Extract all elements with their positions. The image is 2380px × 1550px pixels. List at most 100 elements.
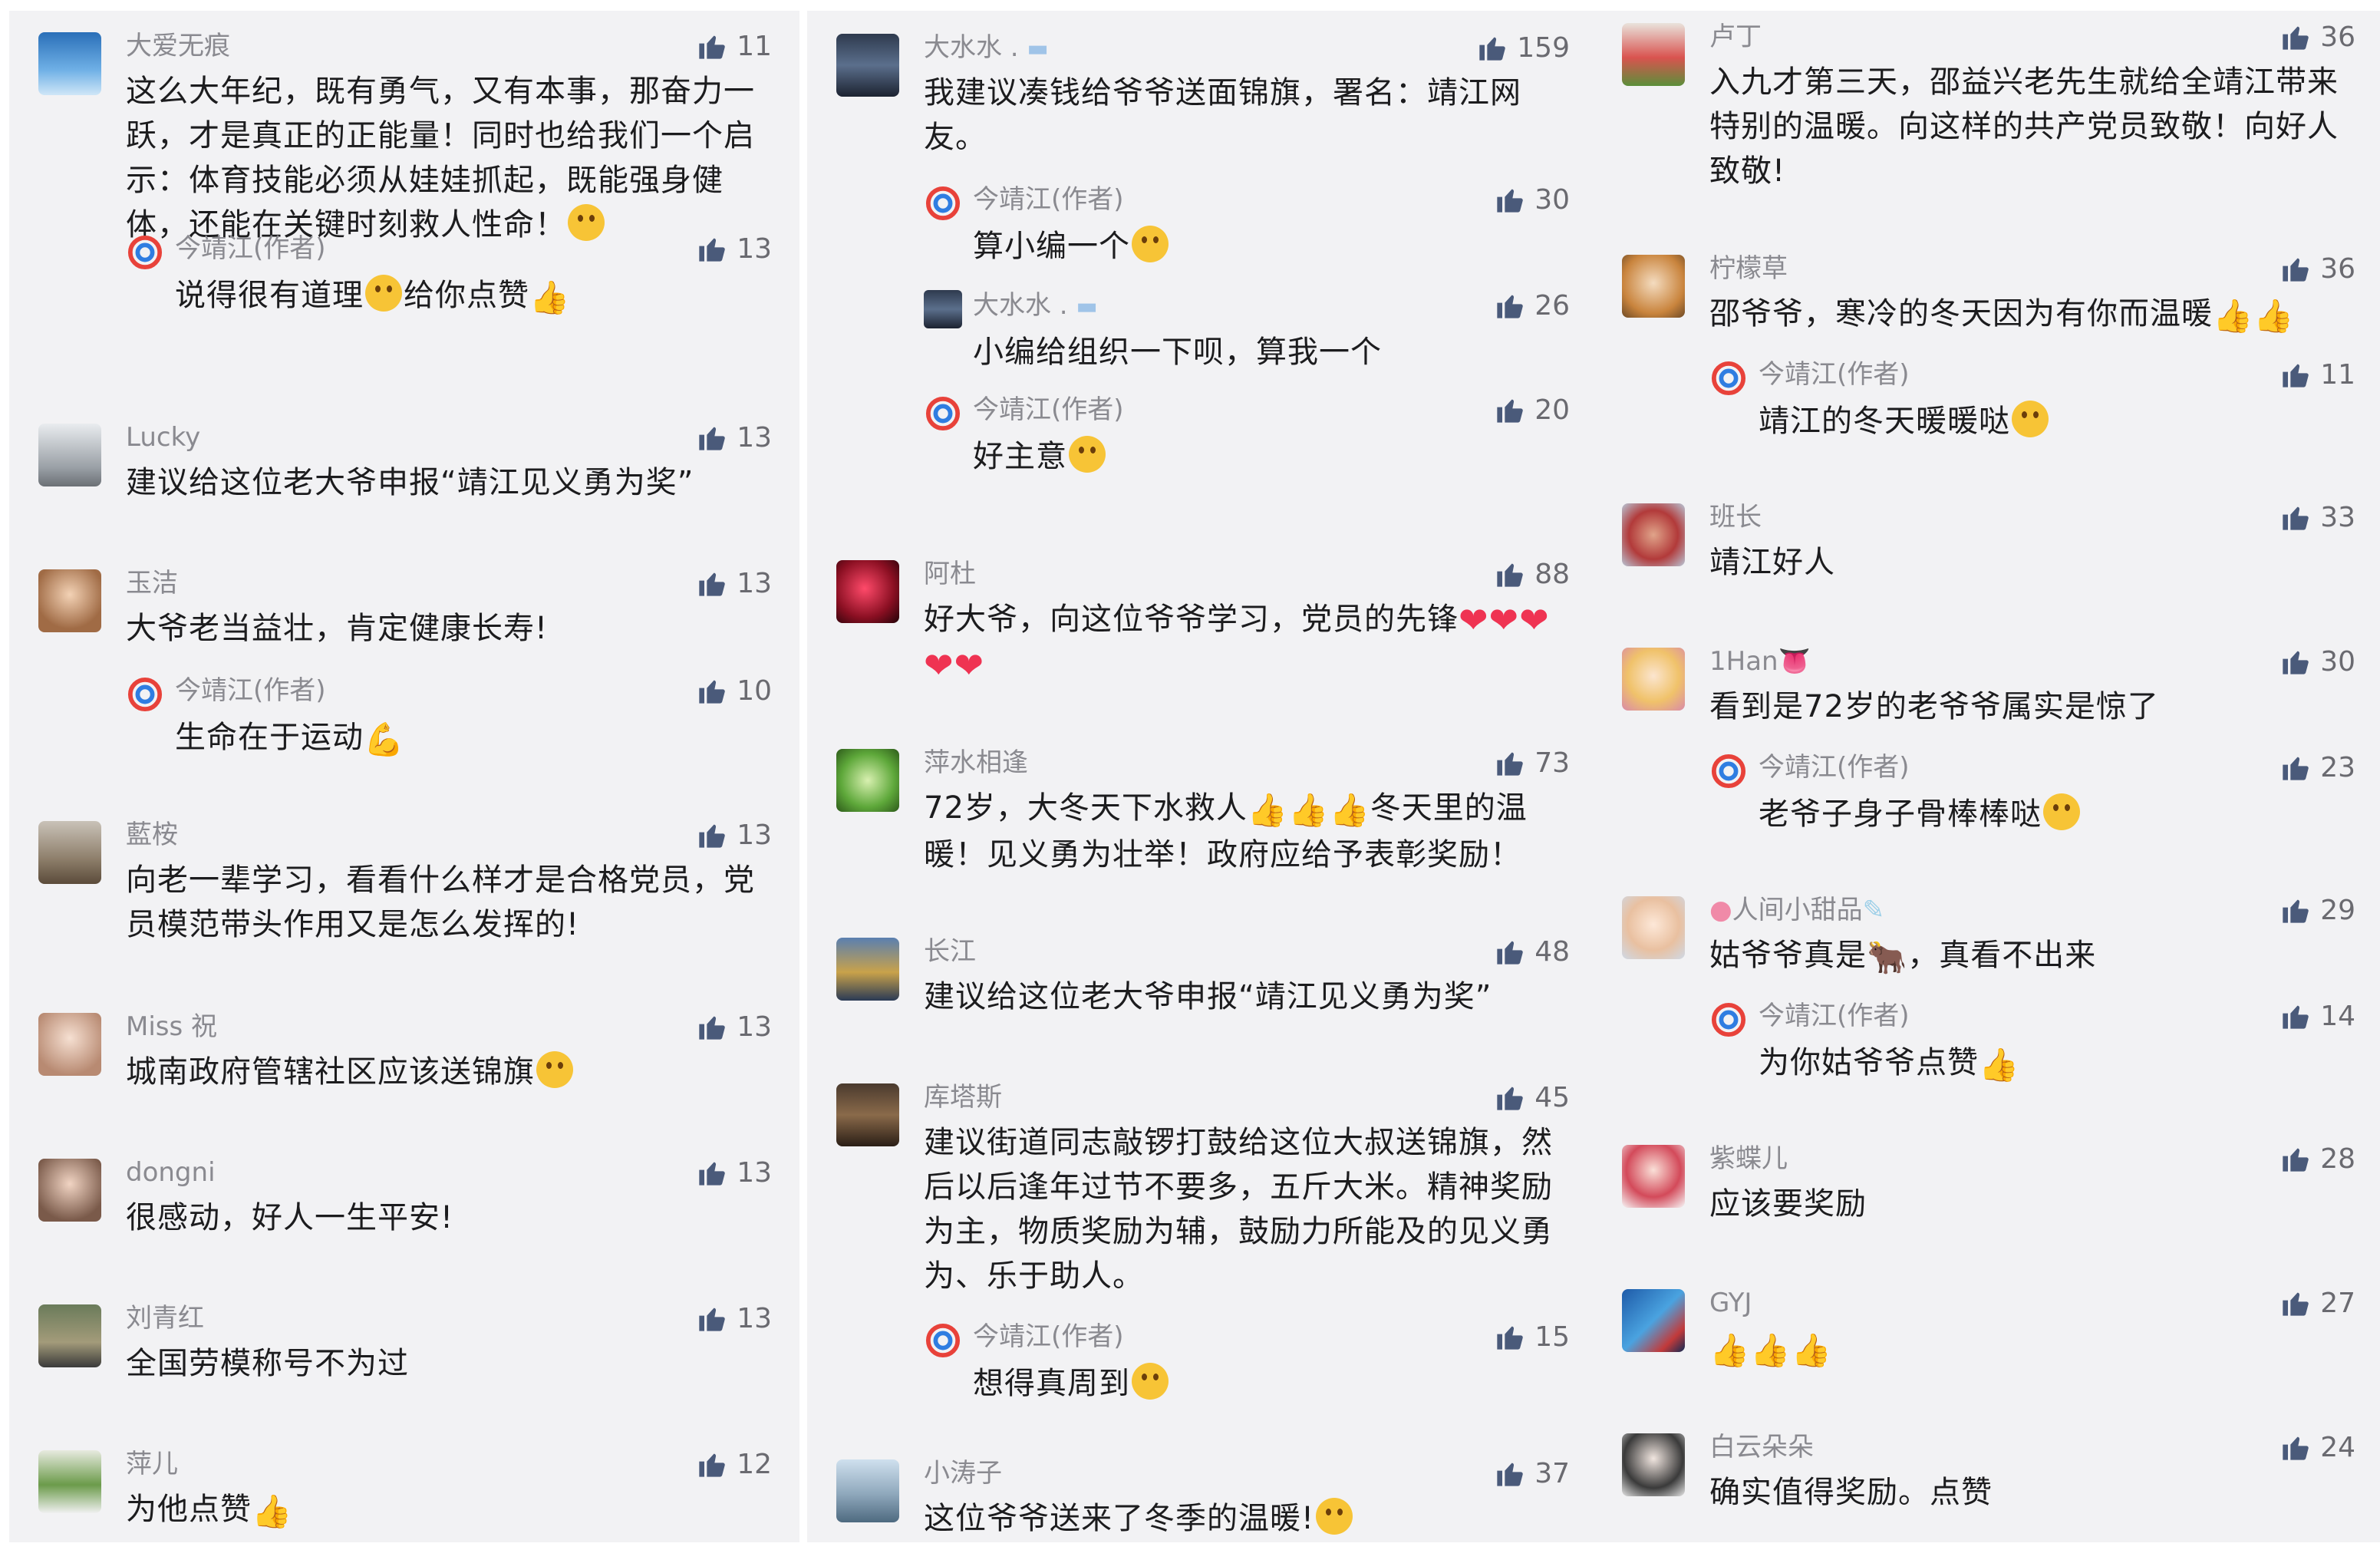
comment-author[interactable]: dongni (126, 1156, 216, 1189)
user-avatar[interactable] (1622, 1145, 1685, 1208)
like-button[interactable]: 15 (1495, 1320, 1570, 1354)
reply-author[interactable]: 今靖江(作者) (1759, 358, 1910, 391)
user-avatar[interactable] (38, 1450, 101, 1513)
user-avatar[interactable] (836, 1459, 899, 1522)
thumb-up-icon (1495, 936, 1525, 967)
thumb-up-icon (1495, 747, 1525, 778)
reply-author[interactable]: 今靖江(作者) (175, 232, 326, 265)
like-button[interactable]: 13 (697, 1010, 772, 1044)
like-button[interactable]: 13 (697, 566, 772, 600)
comment-author[interactable]: 萍水相逢 (924, 746, 1028, 780)
like-button[interactable]: 13 (697, 1301, 772, 1335)
reply-author[interactable]: 大水水 . ▬ (973, 289, 1098, 324)
jinjingjiang-logo-icon[interactable] (924, 394, 962, 433)
reply-author[interactable]: 今靖江(作者) (1759, 999, 1910, 1033)
comment-author[interactable]: 白云朵朵 (1709, 1430, 1814, 1464)
reply-author[interactable]: 今靖江(作者) (973, 1320, 1124, 1354)
comment-author[interactable]: 大水水 . ▬ (924, 31, 1049, 66)
like-button[interactable]: 159 (1477, 31, 1570, 64)
comment-author[interactable]: 藍桉 (126, 818, 178, 852)
comment-author[interactable]: 紫蝶儿 (1709, 1142, 1788, 1176)
user-avatar[interactable] (1622, 648, 1685, 711)
comment-author[interactable]: 阿杜 (924, 557, 976, 591)
reply-author[interactable]: 今靖江(作者) (175, 674, 326, 707)
jinjingjiang-logo-icon[interactable] (1709, 752, 1748, 790)
comment-author[interactable]: Miss 祝 (126, 1010, 217, 1044)
user-avatar[interactable] (1622, 255, 1685, 318)
user-avatar[interactable] (1622, 1433, 1685, 1496)
like-button[interactable]: 13 (697, 420, 772, 454)
comment-column-left: 大爱无痕 11 这么大年纪，既有勇气，又有本事，那奋力一跃，才是真正的正能量！同… (9, 11, 799, 1542)
user-avatar[interactable] (836, 749, 899, 812)
like-button[interactable]: 29 (2280, 893, 2355, 927)
reply-author[interactable]: 今靖江(作者) (973, 183, 1124, 216)
jinjingjiang-logo-icon[interactable] (1709, 359, 1748, 397)
like-button[interactable]: 26 (1495, 289, 1570, 322)
comment-author[interactable]: 班长 (1709, 500, 1762, 534)
comment-text: 建议给这位老大爷申报“靖江见义勇为奖” (126, 465, 694, 500)
like-button[interactable]: 24 (2280, 1430, 2355, 1464)
comment-author[interactable]: 玉洁 (126, 566, 178, 600)
user-avatar[interactable] (836, 34, 899, 97)
comment-author[interactable]: 库塔斯 (924, 1080, 1002, 1114)
comment-author[interactable]: Lucky (126, 420, 200, 454)
reply-author[interactable]: 今靖江(作者) (973, 393, 1124, 427)
like-button[interactable]: 30 (2280, 645, 2355, 678)
thumb-up-icon (2280, 1288, 2311, 1318)
like-button[interactable]: 88 (1495, 557, 1570, 591)
comment-author[interactable]: ●人间小甜品✎ (1709, 893, 1884, 927)
user-avatar[interactable] (1622, 896, 1685, 959)
jinjingjiang-logo-icon[interactable] (924, 184, 962, 223)
comment-author[interactable]: 柠檬草 (1709, 252, 1788, 285)
user-avatar[interactable] (836, 560, 899, 623)
like-button[interactable]: 10 (697, 674, 772, 707)
user-avatar[interactable] (38, 1304, 101, 1367)
like-button[interactable]: 73 (1495, 746, 1570, 780)
comment-author[interactable]: GYJ (1709, 1286, 1752, 1320)
like-count: 33 (2320, 501, 2355, 533)
user-avatar[interactable] (836, 938, 899, 1001)
user-avatar[interactable] (38, 32, 101, 95)
like-button[interactable]: 13 (697, 232, 772, 265)
user-avatar[interactable] (38, 1159, 101, 1222)
user-avatar[interactable] (38, 569, 101, 632)
reply-author[interactable]: 今靖江(作者) (1759, 750, 1910, 784)
comment-author[interactable]: 长江 (924, 935, 976, 968)
jinjingjiang-logo-icon[interactable] (1709, 1001, 1748, 1039)
like-button[interactable]: 12 (697, 1447, 772, 1481)
jinjingjiang-logo-icon[interactable] (126, 233, 164, 272)
like-button[interactable]: 36 (2280, 20, 2355, 54)
user-avatar[interactable] (1622, 1289, 1685, 1352)
user-avatar[interactable] (38, 1013, 101, 1076)
user-avatar[interactable] (1622, 503, 1685, 566)
like-button[interactable]: 13 (697, 818, 772, 852)
jinjingjiang-logo-icon[interactable] (126, 675, 164, 714)
like-button[interactable]: 20 (1495, 393, 1570, 427)
like-button[interactable]: 27 (2280, 1286, 2355, 1320)
like-button[interactable]: 11 (2280, 358, 2355, 391)
like-button[interactable]: 13 (697, 1156, 772, 1189)
thumb-up-icon (697, 31, 727, 61)
comment-author[interactable]: 卢丁 (1709, 20, 1762, 54)
user-avatar[interactable] (38, 424, 101, 486)
comment-author[interactable]: 1Han👅 (1709, 645, 1811, 678)
like-button[interactable]: 28 (2280, 1142, 2355, 1176)
user-avatar[interactable] (1622, 23, 1685, 86)
comment-author[interactable]: 大爱无痕 (126, 29, 230, 63)
like-button[interactable]: 48 (1495, 935, 1570, 968)
like-button[interactable]: 30 (1495, 183, 1570, 216)
like-button[interactable]: 14 (2280, 999, 2355, 1033)
like-button[interactable]: 11 (697, 29, 772, 63)
comment-author[interactable]: 萍儿 (126, 1447, 178, 1481)
like-button[interactable]: 45 (1495, 1080, 1570, 1114)
like-button[interactable]: 36 (2280, 252, 2355, 285)
user-avatar[interactable] (836, 1083, 899, 1146)
like-button[interactable]: 37 (1495, 1456, 1570, 1490)
comment-author[interactable]: 小涛子 (924, 1456, 1002, 1490)
like-button[interactable]: 33 (2280, 500, 2355, 534)
user-avatar[interactable] (924, 290, 962, 328)
like-button[interactable]: 23 (2280, 750, 2355, 784)
comment-author[interactable]: 刘青红 (126, 1301, 204, 1335)
jinjingjiang-logo-icon[interactable] (924, 1321, 962, 1360)
user-avatar[interactable] (38, 821, 101, 884)
